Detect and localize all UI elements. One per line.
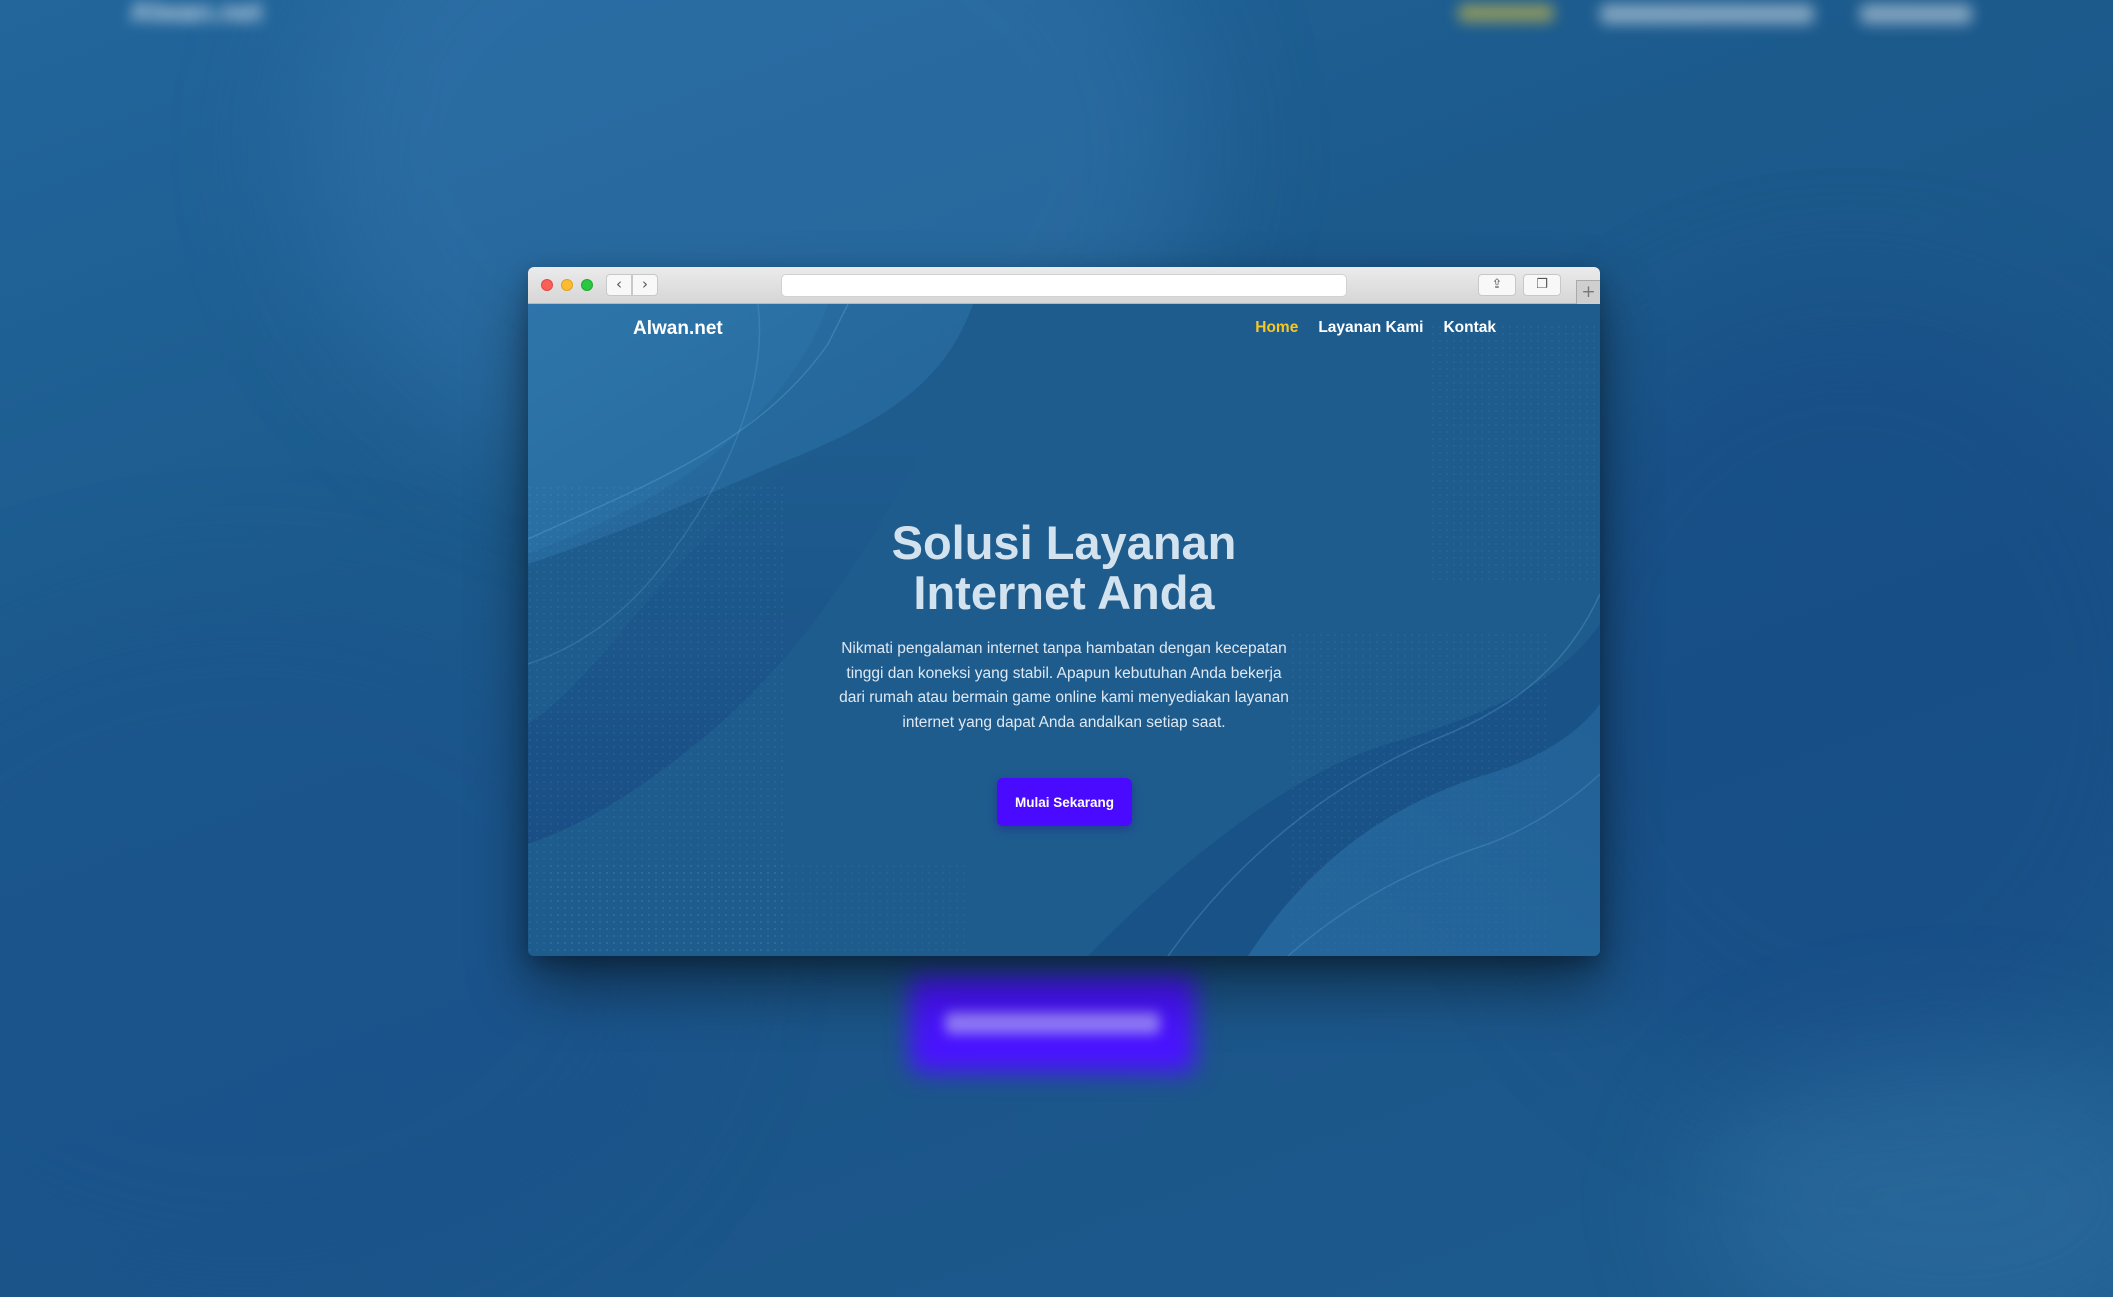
hero-title-line-2: Internet Anda: [913, 566, 1215, 619]
chevron-right-icon: ›: [642, 275, 648, 293]
share-icon: ⇪: [1491, 277, 1503, 292]
main-nav: Home Layanan Kami Kontak: [1255, 319, 1496, 337]
hero-title-line-1: Solusi Layanan: [891, 516, 1237, 569]
nav-link-services[interactable]: Layanan Kami: [1318, 319, 1423, 337]
backdrop-ghost-nav-services: [1600, 4, 1814, 24]
close-light-icon[interactable]: [541, 279, 553, 291]
tab-overview-button[interactable]: ❐: [1523, 274, 1561, 296]
start-now-button[interactable]: Mulai Sekarang: [997, 778, 1132, 826]
new-tab-button[interactable]: +: [1576, 280, 1600, 304]
backdrop-ghost-button-text: [945, 1012, 1160, 1034]
backdrop-ghost-logo: Alwan.net: [130, 0, 263, 27]
back-button[interactable]: ‹: [606, 274, 632, 296]
share-button[interactable]: ⇪: [1478, 274, 1516, 296]
forward-button[interactable]: ›: [632, 274, 658, 296]
nav-link-home[interactable]: Home: [1255, 319, 1298, 337]
zoom-light-icon[interactable]: [581, 279, 593, 291]
nav-link-contact[interactable]: Kontak: [1443, 319, 1496, 337]
browser-toolbar: ‹ › ⇪ ❐ +: [528, 267, 1600, 304]
plus-icon: +: [1581, 282, 1596, 302]
web-page: Alwan.net Home Layanan Kami Kontak Solus…: [528, 304, 1600, 956]
minimize-light-icon[interactable]: [561, 279, 573, 291]
chevron-left-icon: ‹: [616, 275, 622, 293]
site-logo[interactable]: Alwan.net: [633, 318, 723, 340]
tabs-icon: ❐: [1536, 277, 1548, 292]
backdrop-ghost-nav-contact: [1860, 4, 1972, 24]
address-bar[interactable]: [781, 274, 1347, 297]
hero-title: Solusi Layanan Internet Anda: [528, 518, 1600, 618]
hero-description: Nikmati pengalaman internet tanpa hambat…: [839, 640, 1289, 731]
browser-window: ‹ › ⇪ ❐ + Alwan.net Home Layanan Kami Ko…: [528, 267, 1600, 956]
hero-background-waves: [528, 304, 1600, 956]
backdrop-ghost-nav-home: [1458, 4, 1554, 22]
